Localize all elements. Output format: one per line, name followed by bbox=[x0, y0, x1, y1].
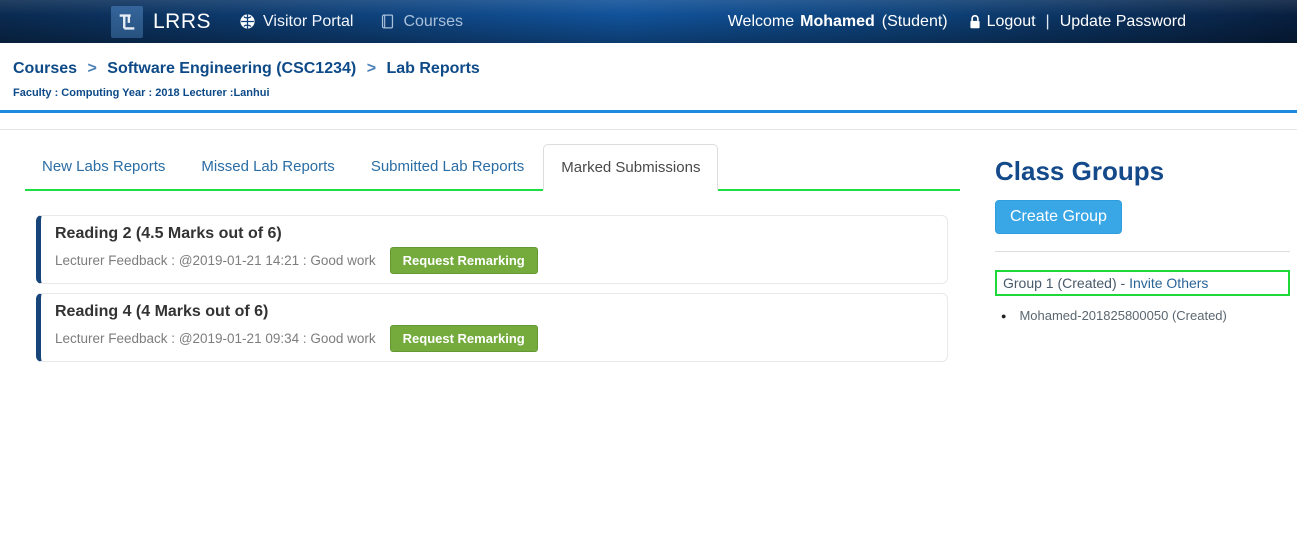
group-name: Group 1 (Created) - bbox=[1003, 275, 1129, 291]
book-icon bbox=[379, 13, 396, 30]
welcome-text: Welcome bbox=[728, 13, 794, 31]
logout-label: Logout bbox=[987, 13, 1036, 31]
tab-marked-submissions[interactable]: Marked Submissions bbox=[543, 144, 718, 191]
class-groups-sidebar: Class Groups Create Group Group 1 (Creat… bbox=[995, 144, 1290, 323]
bullet-icon: ● bbox=[1001, 311, 1006, 321]
breadcrumb-lab-reports[interactable]: Lab Reports bbox=[386, 60, 479, 77]
username: Mohamed bbox=[800, 13, 875, 31]
nav-item-label: Courses bbox=[403, 13, 463, 31]
main-column: New Labs Reports Missed Lab Reports Subm… bbox=[25, 144, 960, 371]
breadcrumb-separator: > bbox=[367, 60, 376, 77]
group-member-name: Mohamed-201825800050 (Created) bbox=[1019, 308, 1226, 323]
breadcrumb-separator: > bbox=[87, 60, 96, 77]
nav-links: Visitor Portal Courses bbox=[239, 13, 463, 31]
report-row: Lecturer Feedback : @2019-01-21 09:34 : … bbox=[55, 325, 933, 352]
user-role: (Student) bbox=[882, 13, 948, 31]
lecturer-feedback: Lecturer Feedback : @2019-01-21 14:21 : … bbox=[55, 253, 376, 268]
brand-text: LRRS bbox=[153, 10, 211, 34]
breadcrumb-course-name[interactable]: Software Engineering (CSC1234) bbox=[107, 60, 356, 77]
tab-new-labs-reports[interactable]: New Labs Reports bbox=[25, 144, 182, 189]
request-remarking-button[interactable]: Request Remarking bbox=[390, 247, 538, 274]
sidebar-divider bbox=[995, 251, 1290, 252]
tab-submitted-lab-reports[interactable]: Submitted Lab Reports bbox=[354, 144, 541, 189]
request-remarking-button[interactable]: Request Remarking bbox=[390, 325, 538, 352]
report-title: Reading 2 (4.5 Marks out of 6) bbox=[55, 224, 933, 243]
nav-item-courses[interactable]: Courses bbox=[379, 13, 463, 31]
breadcrumb-courses[interactable]: Courses bbox=[13, 60, 77, 77]
update-password-link[interactable]: Update Password bbox=[1060, 13, 1186, 31]
page-header: Courses > Software Engineering (CSC1234)… bbox=[0, 43, 1297, 113]
breadcrumb: Courses > Software Engineering (CSC1234)… bbox=[13, 60, 1297, 78]
report-title: Reading 4 (4 Marks out of 6) bbox=[55, 302, 933, 321]
invite-others-link[interactable]: Invite Others bbox=[1129, 275, 1208, 291]
logout-link[interactable]: Logout bbox=[968, 13, 1036, 31]
nav-item-visitor-portal[interactable]: Visitor Portal bbox=[239, 13, 353, 31]
content-row: New Labs Reports Missed Lab Reports Subm… bbox=[0, 130, 1297, 371]
report-card: Reading 2 (4.5 Marks out of 6) Lecturer … bbox=[36, 215, 948, 284]
top-navbar: LRRS Visitor Portal C bbox=[0, 0, 1297, 43]
nav-user-area: Welcome Mohamed (Student) Logout | Updat… bbox=[728, 13, 1186, 31]
report-row: Lecturer Feedback : @2019-01-21 14:21 : … bbox=[55, 247, 933, 274]
tab-missed-lab-reports[interactable]: Missed Lab Reports bbox=[184, 144, 351, 189]
group-member: ● Mohamed-201825800050 (Created) bbox=[995, 308, 1290, 323]
lock-icon bbox=[968, 14, 982, 30]
create-group-button[interactable]: Create Group bbox=[995, 200, 1122, 234]
nav-item-label: Visitor Portal bbox=[263, 13, 353, 31]
report-card: Reading 4 (4 Marks out of 6) Lecturer Fe… bbox=[36, 293, 948, 362]
brand[interactable]: LRRS bbox=[111, 6, 211, 38]
lrrs-logo-icon bbox=[111, 6, 143, 38]
globe-icon bbox=[239, 13, 256, 30]
tab-bar: New Labs Reports Missed Lab Reports Subm… bbox=[25, 144, 960, 191]
header-subdivider bbox=[0, 113, 1297, 130]
group-member-list: ● Mohamed-201825800050 (Created) bbox=[995, 308, 1290, 323]
course-meta: Faculty : Computing Year : 2018 Lecturer… bbox=[13, 87, 1297, 99]
group-box: Group 1 (Created) - Invite Others bbox=[995, 270, 1290, 296]
marked-submissions-list: Reading 2 (4.5 Marks out of 6) Lecturer … bbox=[25, 215, 960, 362]
lecturer-feedback: Lecturer Feedback : @2019-01-21 09:34 : … bbox=[55, 331, 376, 346]
class-groups-title: Class Groups bbox=[995, 156, 1290, 187]
navbar-inner: LRRS Visitor Portal C bbox=[111, 0, 1186, 43]
nav-separator: | bbox=[1046, 13, 1050, 31]
